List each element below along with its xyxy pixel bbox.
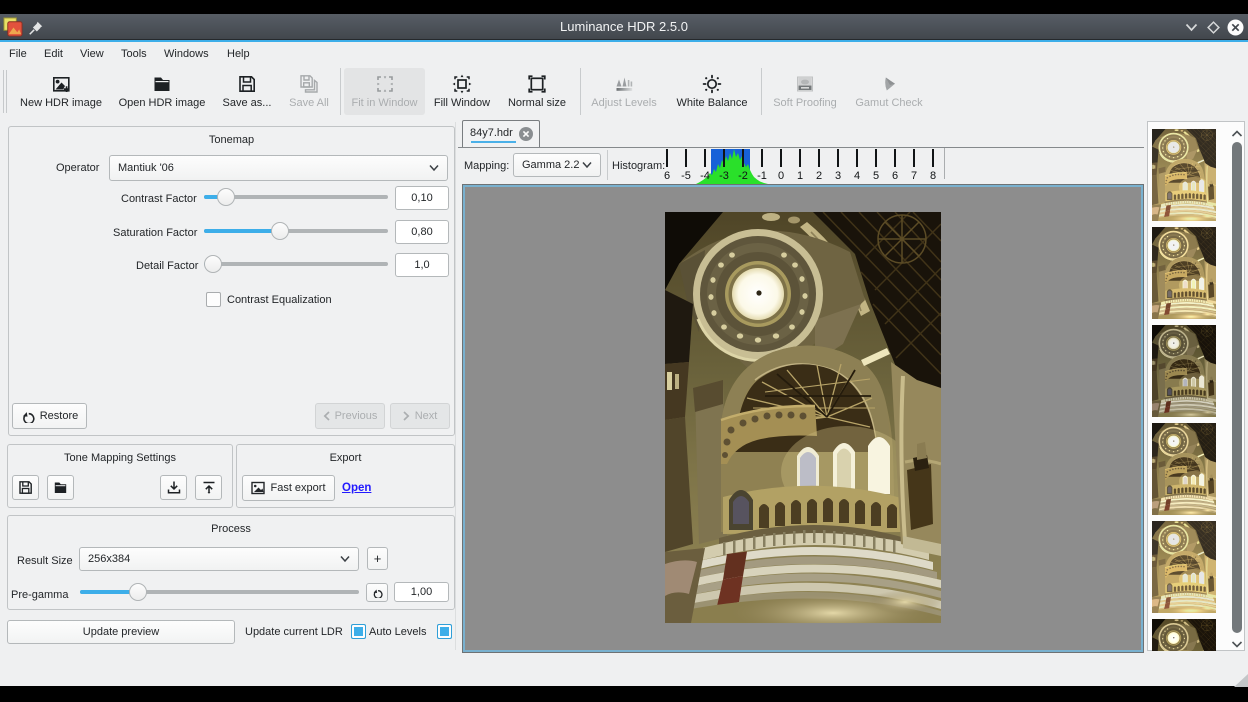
svg-text:6: 6 (892, 170, 898, 182)
svg-text:-1: -1 (757, 170, 767, 182)
svg-text:-4: -4 (700, 170, 710, 182)
svg-text:-2: -2 (738, 170, 748, 182)
svg-text:3: 3 (835, 170, 841, 182)
svg-text:6: 6 (664, 170, 670, 182)
svg-text:0: 0 (778, 170, 784, 182)
svg-text:8: 8 (930, 170, 936, 182)
svg-text:5: 5 (873, 170, 879, 182)
svg-text:1: 1 (797, 170, 803, 182)
svg-text:-5: -5 (681, 170, 691, 182)
svg-text:7: 7 (911, 170, 917, 182)
svg-text:-3: -3 (719, 170, 729, 182)
svg-text:2: 2 (816, 170, 822, 182)
svg-text:4: 4 (854, 170, 860, 182)
